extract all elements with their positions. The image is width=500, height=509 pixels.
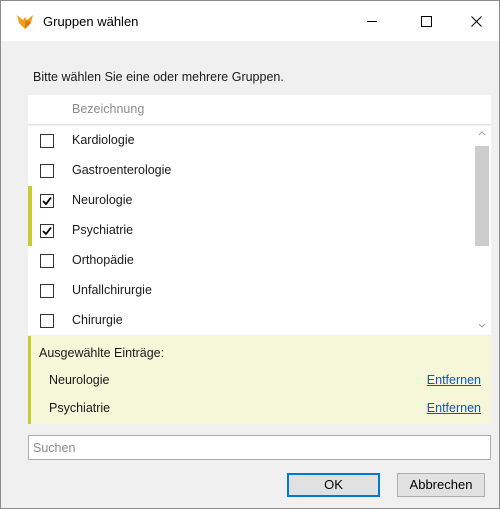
remove-link[interactable]: Entfernen bbox=[427, 401, 481, 415]
column-header-label: Bezeichnung bbox=[72, 102, 145, 116]
list-item-orthopaedie[interactable]: Orthopädie bbox=[28, 246, 475, 276]
checkbox[interactable] bbox=[40, 134, 54, 148]
selected-entry: Neurologie Entfernen bbox=[31, 368, 491, 394]
remove-link[interactable]: Entfernen bbox=[427, 373, 481, 387]
title-bar[interactable]: Gruppen wählen bbox=[1, 1, 499, 41]
group-list[interactable]: Kardiologie Gastroenterologie Neurologie… bbox=[28, 126, 491, 335]
dialog-window: Gruppen wählen Bitte wählen Sie eine ode… bbox=[0, 0, 500, 509]
list-item-unfallchirurgie[interactable]: Unfallchirurgie bbox=[28, 276, 475, 306]
list-item-kardiologie[interactable]: Kardiologie bbox=[28, 126, 475, 156]
checkbox[interactable] bbox=[40, 164, 54, 178]
chevron-down-icon[interactable] bbox=[477, 321, 487, 331]
list-item-label: Unfallchirurgie bbox=[72, 283, 152, 297]
list-item-gastroenterologie[interactable]: Gastroenterologie bbox=[28, 156, 475, 186]
checkbox[interactable] bbox=[40, 284, 54, 298]
list-item-label: Neurologie bbox=[72, 193, 133, 207]
chevron-up-icon[interactable] bbox=[477, 128, 487, 138]
selected-entries-title: Ausgewählte Einträge: bbox=[39, 346, 165, 360]
checkmark-icon bbox=[42, 226, 52, 236]
list-item-label: Gastroenterologie bbox=[72, 163, 172, 177]
window-title: Gruppen wählen bbox=[43, 14, 139, 29]
selection-indicator bbox=[28, 186, 32, 216]
checkbox[interactable] bbox=[40, 254, 54, 268]
cancel-button[interactable]: Abbrechen bbox=[397, 473, 485, 497]
close-button[interactable] bbox=[453, 1, 499, 41]
minimize-button[interactable] bbox=[349, 1, 395, 41]
list-item-label: Chirurgie bbox=[72, 313, 123, 327]
list-item-chirurgie[interactable]: Chirurgie bbox=[28, 306, 475, 335]
checkbox[interactable] bbox=[40, 314, 54, 328]
selected-entry-name: Neurologie bbox=[49, 373, 110, 387]
selected-entry: Psychiatrie Entfernen bbox=[31, 396, 491, 422]
scrollbar-thumb[interactable] bbox=[475, 146, 489, 246]
list-item-label: Orthopädie bbox=[72, 253, 134, 267]
list-column-header: Bezeichnung bbox=[28, 95, 491, 125]
list-scrollbar[interactable] bbox=[473, 126, 491, 335]
selected-entries-panel: Ausgewählte Einträge: Neurologie Entfern… bbox=[28, 336, 491, 424]
checkmark-icon bbox=[42, 196, 52, 206]
list-item-neurologie[interactable]: Neurologie bbox=[28, 186, 475, 216]
maximize-button[interactable] bbox=[403, 1, 449, 41]
list-item-label: Kardiologie bbox=[72, 133, 135, 147]
checkbox-checked[interactable] bbox=[40, 194, 54, 208]
instruction-text: Bitte wählen Sie eine oder mehrere Grupp… bbox=[33, 70, 284, 84]
list-item-label: Psychiatrie bbox=[72, 223, 134, 237]
fox-logo-icon bbox=[16, 14, 34, 30]
search-input[interactable] bbox=[28, 435, 491, 460]
maximize-icon bbox=[420, 15, 432, 27]
selection-indicator bbox=[28, 216, 32, 246]
checkbox-checked[interactable] bbox=[40, 224, 54, 238]
list-item-psychiatrie[interactable]: Psychiatrie bbox=[28, 216, 475, 246]
selected-entry-name: Psychiatrie bbox=[49, 401, 111, 415]
ok-button[interactable]: OK bbox=[287, 473, 380, 497]
minimize-icon bbox=[366, 20, 377, 22]
close-icon bbox=[470, 15, 482, 27]
